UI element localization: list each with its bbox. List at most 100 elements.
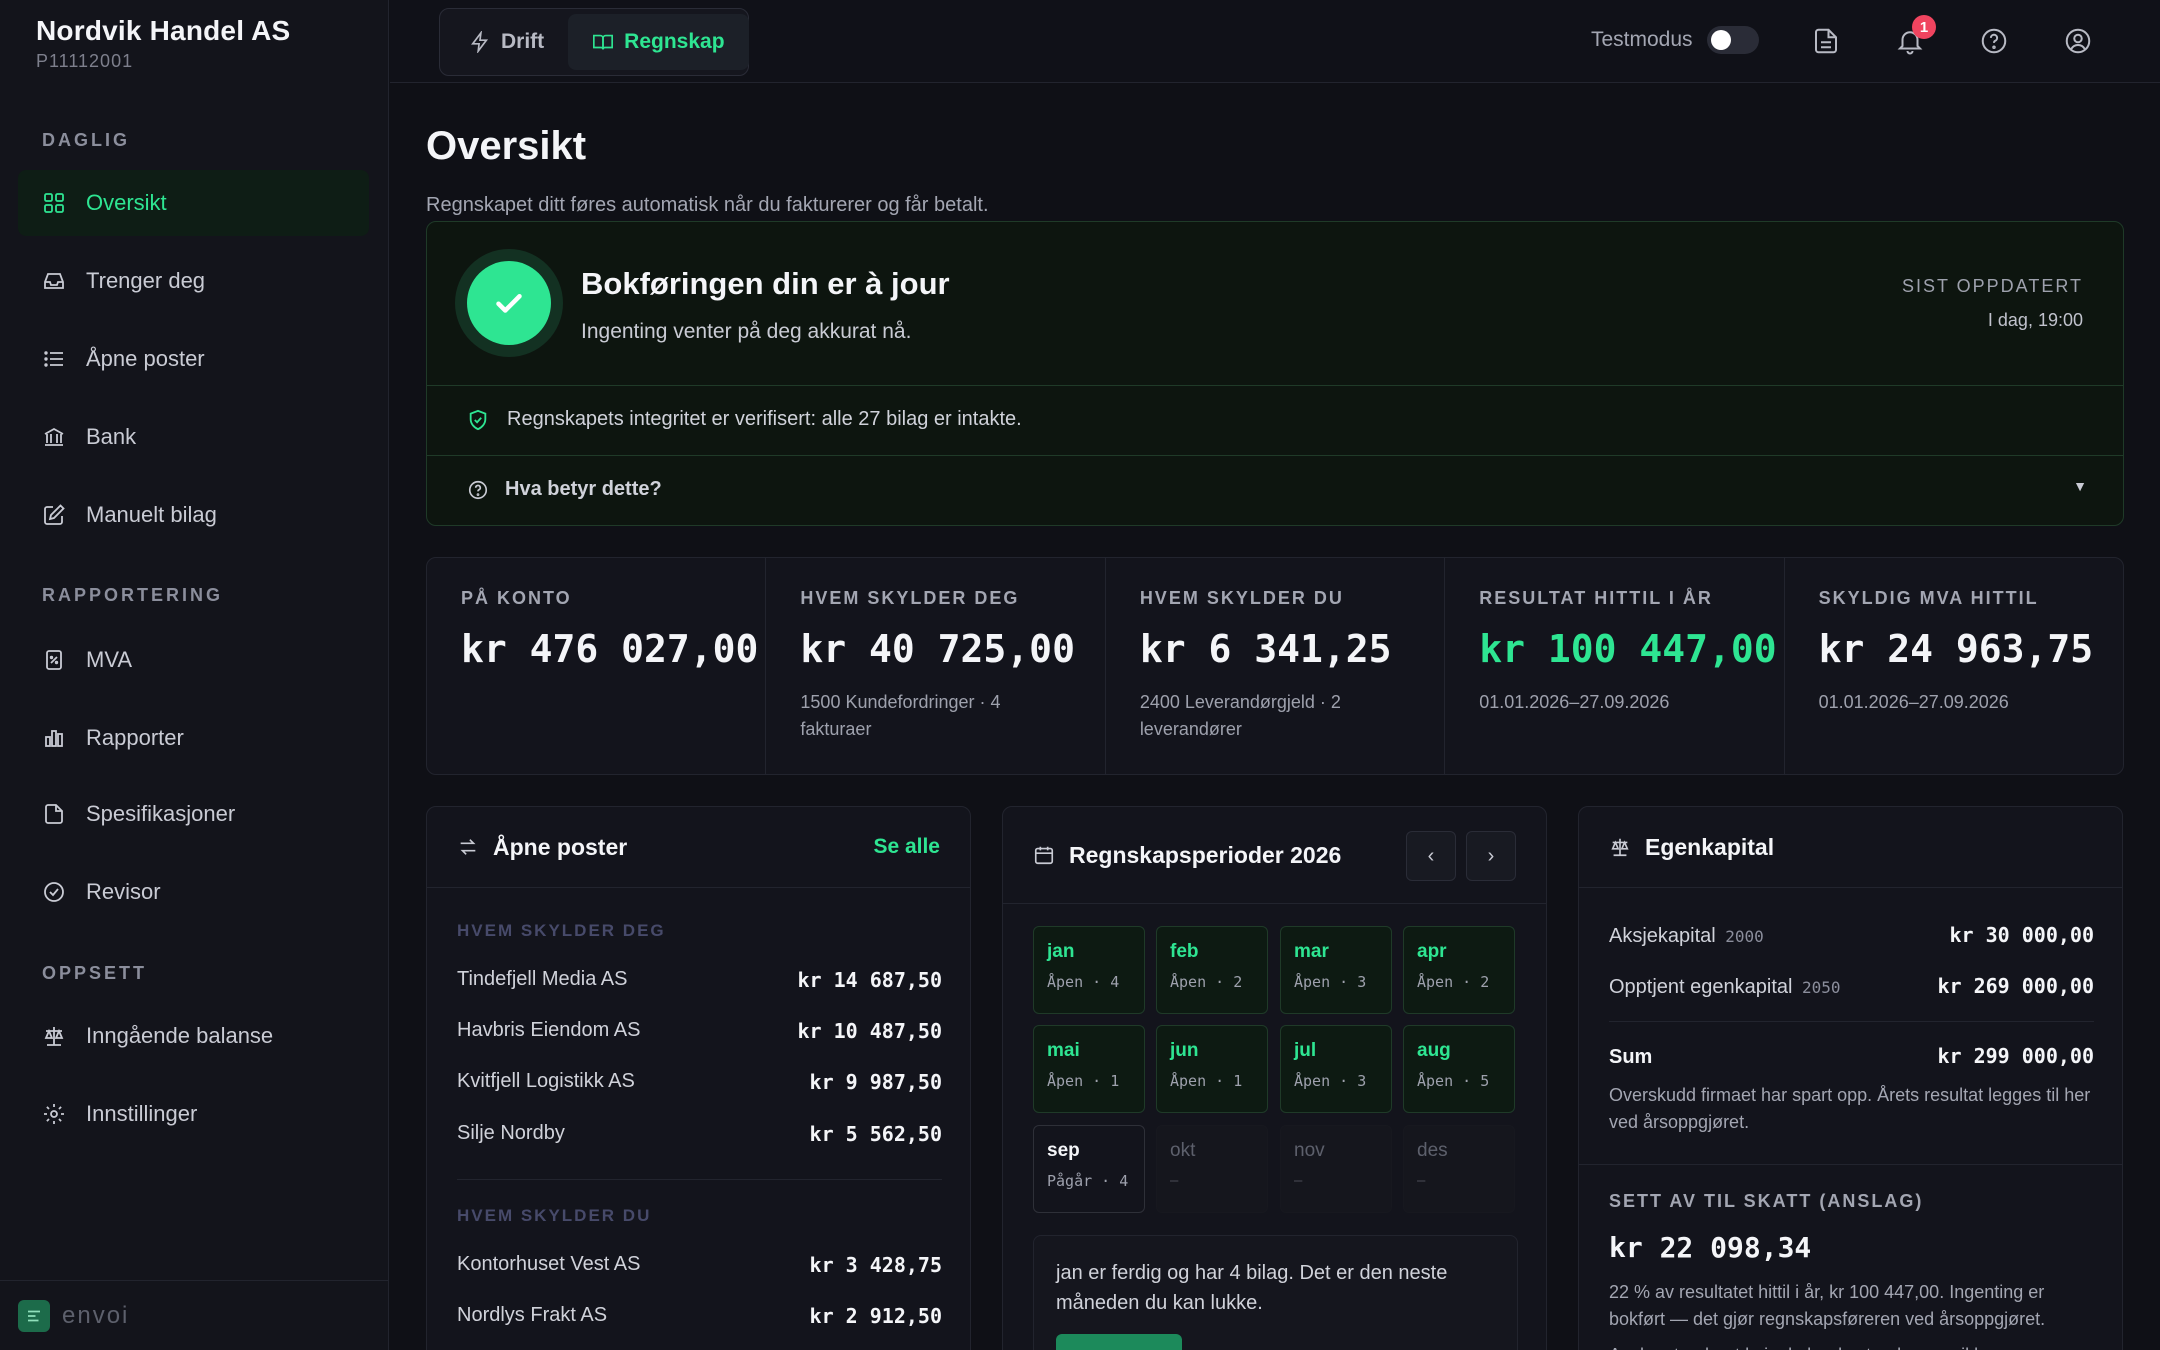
- stat-sub: 01.01.2026–27.09.2026: [1818, 692, 2009, 712]
- month-sep[interactable]: sep Pågår · 4: [1033, 1125, 1145, 1213]
- scale-icon: [1611, 838, 1629, 857]
- tax-label: SETT AV TIL SKATT (ANSLAG): [1609, 1191, 1924, 1211]
- prev-year-button[interactable]: ‹: [1406, 831, 1456, 881]
- month-status: Åpen · 1: [1047, 1072, 1120, 1090]
- sidebar-item-spesifikasjoner[interactable]: Spesifikasjoner: [18, 781, 369, 847]
- month-mar[interactable]: mar Åpen · 3: [1280, 926, 1392, 1014]
- logo-icon: [18, 1299, 50, 1332]
- sidebar-item-label: MVA: [86, 647, 133, 672]
- stat-value: kr 40 725,00: [800, 627, 1075, 671]
- month-jun[interactable]: jun Åpen · 1: [1156, 1025, 1268, 1113]
- month-name: feb: [1170, 941, 1199, 962]
- stat-label: RESULTAT HITTIL I ÅR: [1479, 588, 1713, 608]
- status-check-icon: [455, 249, 563, 357]
- help-icon[interactable]: [1976, 23, 2012, 59]
- sidebar-item-inngaende-balanse[interactable]: Inngående balanse: [18, 1003, 369, 1069]
- stats-card: PÅ KONTO kr 476 027,00 HVEM SKYLDER DEG …: [426, 557, 2124, 775]
- list-item[interactable]: Kvitfjell Logistikk AS kr 9 987,50: [457, 1070, 942, 1094]
- notification-badge: 1: [1912, 15, 1936, 39]
- sidebar: Nordvik Handel AS P11112001 DAGLIG Overs…: [0, 0, 389, 1350]
- integrity-text: Regnskapets integritet er verifisert: al…: [507, 408, 1022, 430]
- grid-icon: [42, 191, 66, 215]
- stat-sub: 01.01.2026–27.09.2026: [1479, 692, 1670, 712]
- user-icon[interactable]: [2060, 23, 2096, 59]
- list-item[interactable]: Silje Nordby kr 5 562,50: [457, 1122, 942, 1146]
- gear-icon: [42, 1102, 66, 1126]
- divider: [1609, 1021, 2094, 1022]
- panel-header: Åpne poster Se alle: [427, 807, 970, 888]
- month-status: Pågår · 4: [1047, 1172, 1129, 1190]
- mode-drift-button[interactable]: Drift: [445, 14, 568, 70]
- book-icon: [593, 34, 614, 50]
- month-apr[interactable]: apr Åpen · 2: [1403, 926, 1515, 1014]
- month-status: Åpen · 4: [1047, 973, 1120, 991]
- list-item[interactable]: Kontorhuset Vest AS kr 3 428,75: [457, 1253, 942, 1277]
- item-amount: kr 2 912,50: [809, 1304, 942, 1328]
- stat-value: kr 24 963,75: [1818, 627, 2094, 671]
- sidebar-item-innstillinger[interactable]: Innstillinger: [18, 1081, 369, 1147]
- scale-icon: [42, 1024, 66, 1048]
- stat-sub: 2400 Leverandørgjeld · 2 leverandører: [1139, 692, 1341, 739]
- document-icon[interactable]: [1808, 23, 1844, 59]
- company-id: P11112001: [36, 51, 134, 71]
- month-status: Åpen · 3: [1294, 1072, 1367, 1090]
- testmode-toggle[interactable]: [1706, 26, 1759, 54]
- item-name: Kvitfjell Logistikk AS: [457, 1070, 635, 1092]
- sidebar-item-bank[interactable]: Bank: [18, 404, 369, 470]
- equity-sum-row: Sum kr 299 000,00: [1609, 1044, 2094, 1069]
- sidebar-item-label: Innstillinger: [86, 1101, 198, 1126]
- status-title: Bokføringen din er à jour: [581, 266, 950, 301]
- sidebar-item-apne-poster[interactable]: Åpne poster: [18, 326, 369, 392]
- caret-down-icon: ▼: [2073, 478, 2087, 494]
- section-label-oppsett: OPPSETT: [42, 963, 148, 983]
- stat-hvem-skylder-deg: HVEM SKYLDER DEG kr 40 725,00 1500 Kunde…: [766, 558, 1106, 774]
- equity-label: Opptjent egenkapital: [1609, 976, 1793, 998]
- sidebar-item-revisor[interactable]: Revisor: [18, 859, 369, 925]
- month-name: aug: [1417, 1040, 1451, 1061]
- faq-toggle[interactable]: Hva betyr dette? ▼: [467, 478, 2087, 501]
- list-item[interactable]: Nordlys Frakt AS kr 2 912,50: [457, 1304, 942, 1328]
- month-name: mai: [1047, 1040, 1080, 1061]
- month-name: nov: [1294, 1140, 1325, 1161]
- month-jul[interactable]: jul Åpen · 3: [1280, 1025, 1392, 1113]
- calendar-icon: [1034, 846, 1054, 865]
- month-nov: nov –: [1280, 1125, 1392, 1213]
- month-status: –: [1170, 1172, 1179, 1189]
- sidebar-item-label: Oversikt: [86, 190, 167, 215]
- stat-value: kr 476 027,00: [461, 627, 759, 671]
- check-circle-icon: [42, 880, 66, 904]
- sidebar-item-mva[interactable]: MVA: [18, 627, 369, 693]
- sidebar-item-oversikt[interactable]: Oversikt: [18, 170, 369, 236]
- month-name: jun: [1170, 1040, 1199, 1061]
- stat-sub: 1500 Kundefordringer · 4 fakturaer: [800, 692, 1001, 739]
- sidebar-item-rapporter[interactable]: Rapporter: [18, 705, 369, 771]
- next-year-button[interactable]: ›: [1466, 831, 1516, 881]
- month-okt: okt –: [1156, 1125, 1268, 1213]
- faq-label: Hva betyr dette?: [505, 478, 662, 500]
- sidebar-item-manuelt-bilag[interactable]: Manuelt bilag: [18, 482, 369, 548]
- divider: [427, 385, 2123, 386]
- equity-panel: Egenkapital Aksjekapital 2000 kr 30 000,…: [1578, 806, 2123, 1350]
- month-jan[interactable]: jan Åpen · 4: [1033, 926, 1145, 1014]
- stat-value: kr 6 341,25: [1139, 627, 1392, 671]
- list-item[interactable]: Tindefjell Media AS kr 14 687,50: [457, 968, 942, 992]
- month-aug[interactable]: aug Åpen · 5: [1403, 1025, 1515, 1113]
- list-item[interactable]: Havbris Eiendom AS kr 10 487,50: [457, 1019, 942, 1043]
- panel-title: Åpne poster: [493, 833, 628, 860]
- month-status: Åpen · 2: [1417, 973, 1490, 991]
- edit-icon: [42, 503, 66, 527]
- close-month-button[interactable]: [1056, 1334, 1182, 1350]
- bell-icon[interactable]: 1: [1892, 15, 1936, 59]
- month-mai[interactable]: mai Åpen · 1: [1033, 1025, 1145, 1113]
- see-all-link[interactable]: Se alle: [873, 835, 940, 859]
- stat-pa-konto: PÅ KONTO kr 476 027,00: [427, 558, 767, 774]
- sidebar-item-label: Manuelt bilag: [86, 502, 217, 527]
- item-name: Havbris Eiendom AS: [457, 1019, 641, 1041]
- sidebar-item-trenger-deg[interactable]: Trenger deg: [18, 248, 369, 314]
- month-name: des: [1417, 1140, 1448, 1161]
- divider: [457, 1179, 942, 1180]
- mode-regnskap-button[interactable]: Regnskap: [568, 14, 749, 70]
- month-status: –: [1417, 1172, 1426, 1189]
- month-feb[interactable]: feb Åpen · 2: [1156, 926, 1268, 1014]
- account-number: 2050: [1802, 978, 1841, 997]
